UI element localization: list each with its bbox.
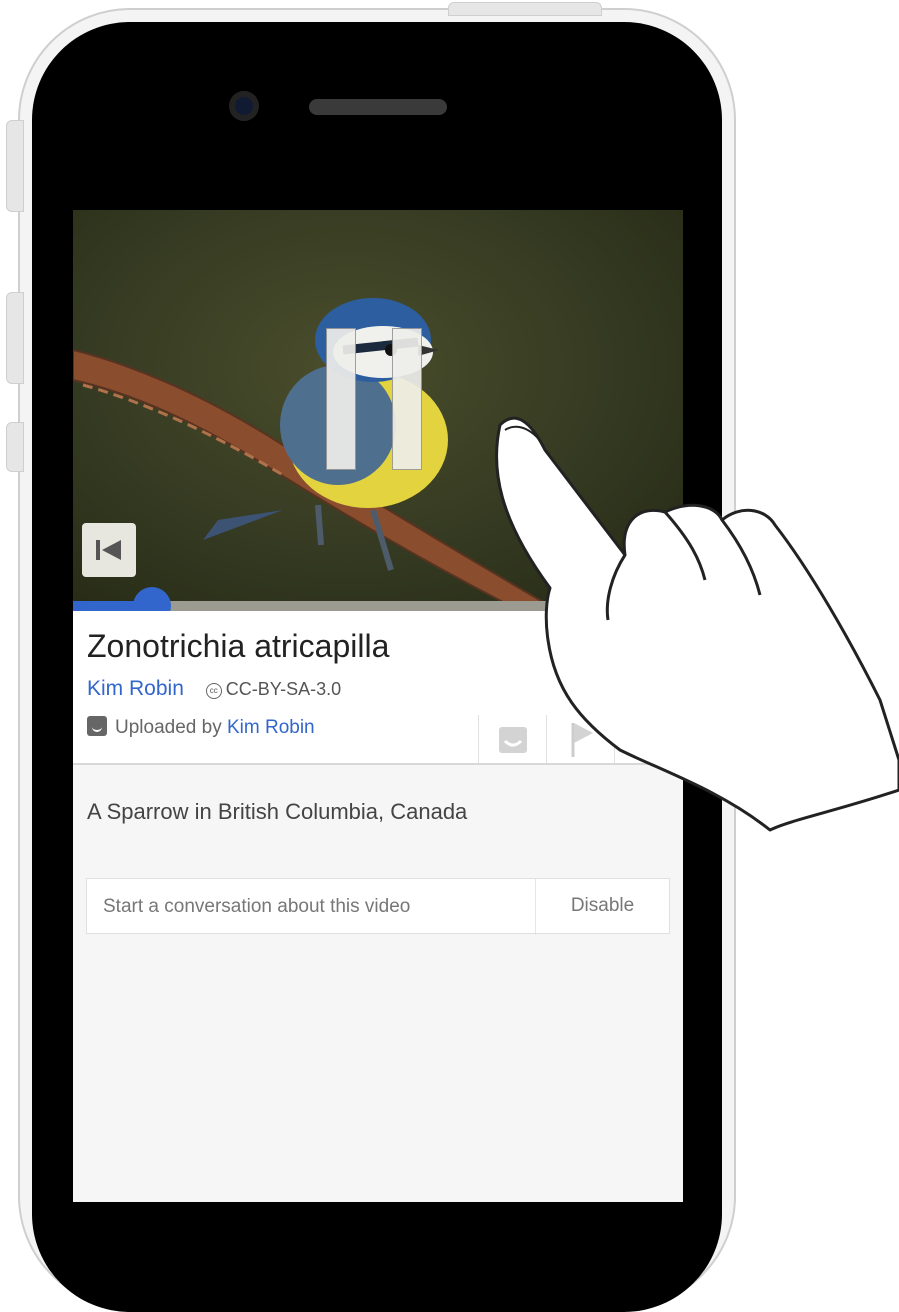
- uploader-icon: [499, 727, 527, 753]
- more-icon: [631, 741, 645, 757]
- phone-power-button: [448, 2, 602, 16]
- video-description: A Sparrow in British Columbia, Canada: [87, 799, 468, 824]
- license-text: CC-BY-SA-3.0: [225, 679, 342, 699]
- flag-button[interactable]: [546, 715, 614, 763]
- phone-speaker: [309, 99, 447, 115]
- thank-uploader-button[interactable]: [478, 715, 546, 763]
- video-player[interactable]: [73, 210, 683, 602]
- skip-back-icon: [96, 540, 121, 560]
- action-bar: [478, 715, 683, 763]
- pause-icon[interactable]: [326, 328, 422, 470]
- author-link[interactable]: Kim Robin: [87, 677, 184, 700]
- phone-volume-up-button: [6, 292, 24, 384]
- license-label[interactable]: cc CC-BY-SA-3.0: [205, 679, 342, 699]
- disable-comments-button[interactable]: Disable: [536, 879, 669, 933]
- flag-icon: [571, 723, 593, 757]
- skip-back-button[interactable]: [82, 523, 136, 577]
- comment-input[interactable]: Start a conversation about this video Di…: [86, 878, 670, 935]
- uploaded-by-line: Uploaded by Kim Robin: [87, 716, 315, 739]
- author-line: Kim Robin cc CC-BY-SA-3.0: [87, 677, 341, 701]
- uploader-link[interactable]: Kim Robin: [227, 717, 315, 738]
- phone-camera: [229, 91, 259, 121]
- more-button[interactable]: [614, 715, 682, 763]
- pause-bar-right: [392, 328, 422, 470]
- video-title: Zonotrichia atricapilla: [87, 628, 390, 664]
- app-screen: Zonotrichia atricapilla Kim Robin cc CC-B…: [73, 210, 683, 1202]
- progress-bar[interactable]: [73, 587, 683, 625]
- pause-bar-left: [326, 328, 356, 470]
- uploader-icon: [87, 716, 107, 736]
- video-info-panel: Zonotrichia atricapilla Kim Robin cc CC-B…: [73, 611, 683, 765]
- phone-mute-switch: [6, 120, 24, 212]
- comment-placeholder[interactable]: Start a conversation about this video: [103, 896, 410, 918]
- uploaded-by-prefix: Uploaded by: [115, 717, 227, 738]
- cc-icon: cc: [205, 683, 222, 699]
- phone-volume-down-button: [6, 422, 24, 472]
